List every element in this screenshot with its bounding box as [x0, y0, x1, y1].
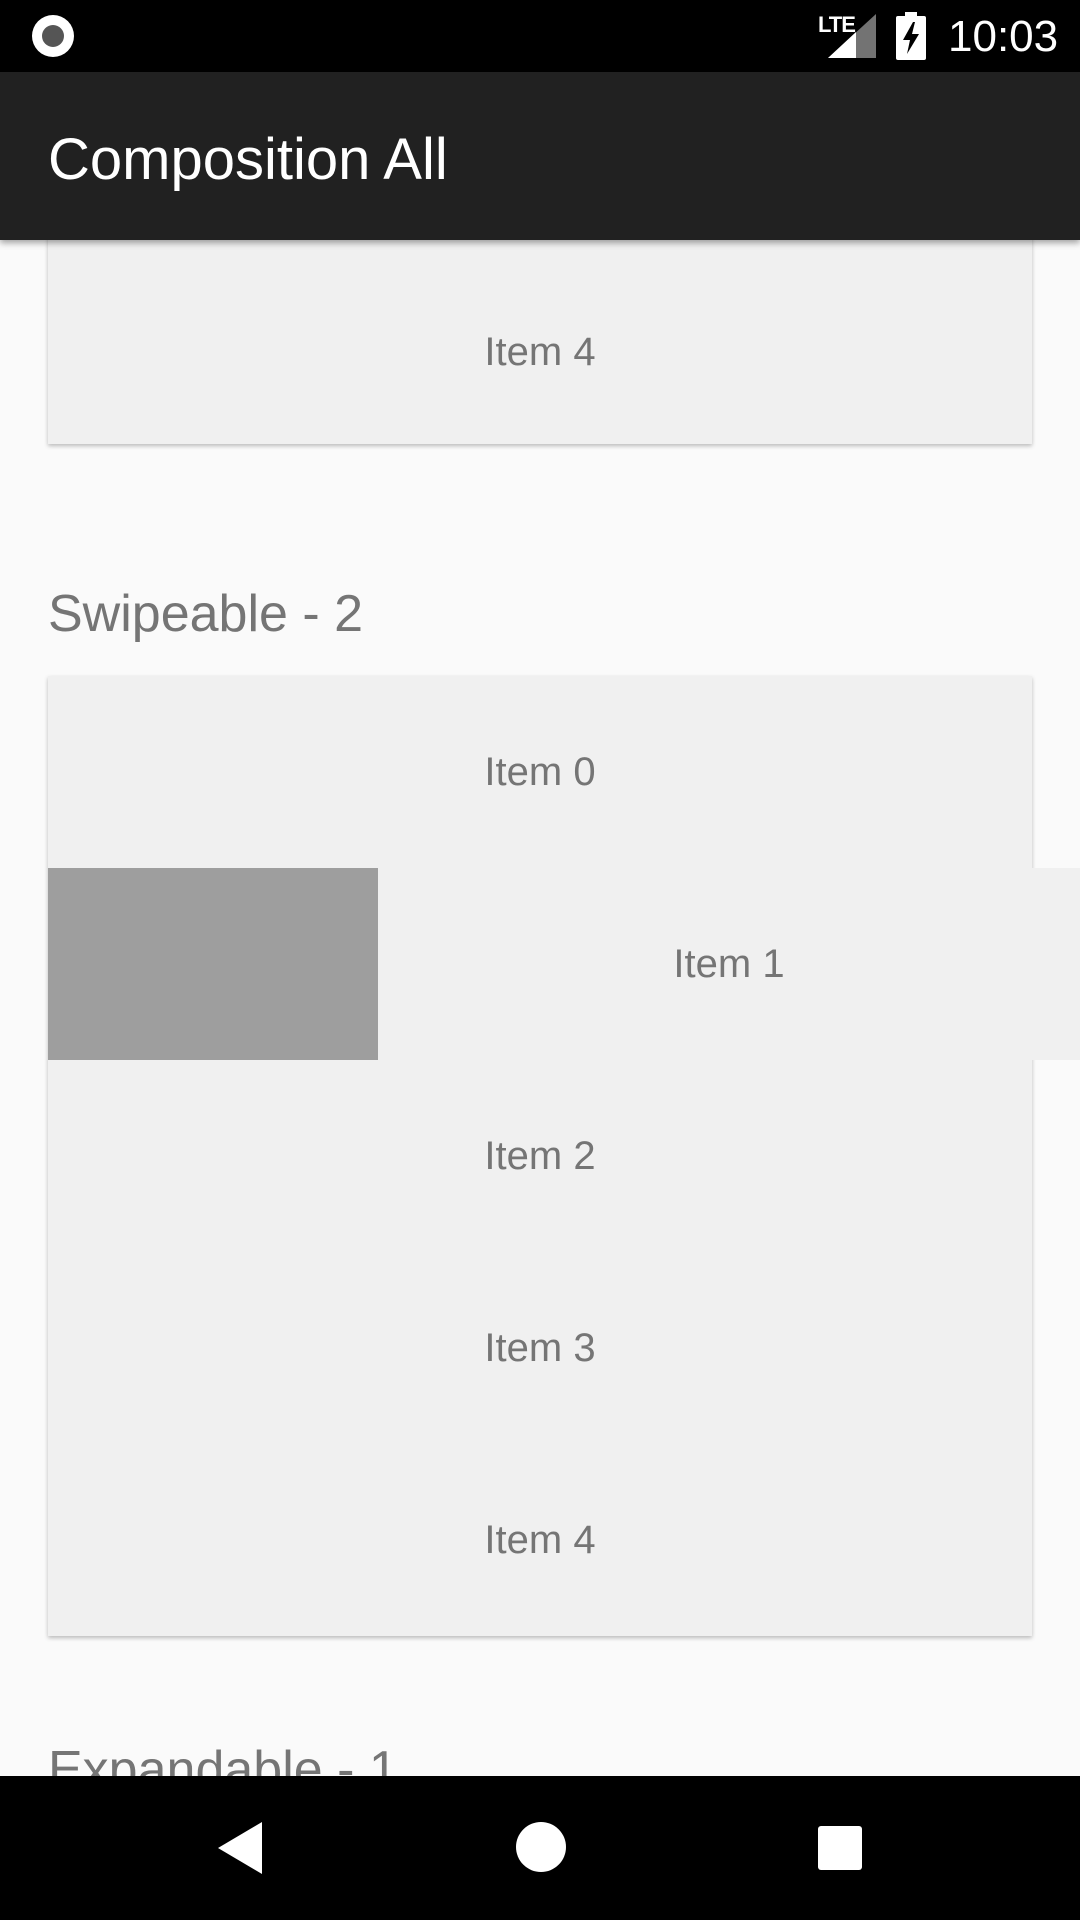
section-title-swipeable: Swipeable - 2: [48, 585, 364, 643]
back-icon[interactable]: [216, 1820, 264, 1876]
status-bar: LTE 10:03: [0, 0, 1080, 72]
list-item[interactable]: Item 2: [48, 1060, 1032, 1252]
list-item[interactable]: Item 1: [378, 868, 1080, 1060]
list-item[interactable]: Item 4: [48, 240, 1032, 444]
navigation-bar: [0, 1776, 1080, 1920]
swipeable-card: Item 0 Item 1 Item 2 Item 3 Item 4: [48, 676, 1080, 1636]
recents-icon[interactable]: [818, 1826, 862, 1870]
home-icon[interactable]: [516, 1822, 566, 1872]
swipe-reveal-background: [48, 868, 378, 1060]
battery-charging-icon: [896, 12, 926, 60]
app-title: Composition All: [48, 127, 448, 192]
swiped-list-item[interactable]: Item 1: [48, 868, 1080, 1060]
scroll-content[interactable]: Item 4 Swipeable - 2 Item 0 Item 1 Item …: [0, 240, 1080, 1776]
signal-icon: [828, 14, 876, 58]
list-item[interactable]: Item 0: [48, 676, 1032, 868]
section-title-expandable: Expandable - 1: [48, 1741, 398, 1776]
app-bar: Composition All: [0, 72, 1080, 240]
list-item[interactable]: Item 4: [48, 1444, 1032, 1636]
clock: 10:03: [948, 12, 1059, 61]
record-icon: [32, 15, 74, 57]
list-card: Item 4: [48, 240, 1032, 444]
list-item[interactable]: Item 3: [48, 1252, 1032, 1444]
